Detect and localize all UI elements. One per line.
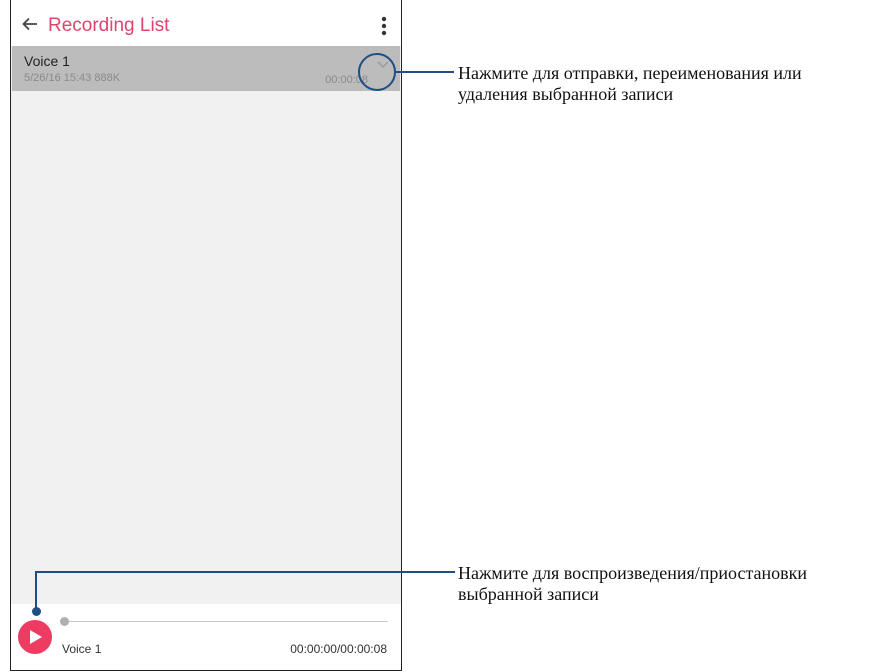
player-recording-name: Voice 1 <box>62 642 102 656</box>
recording-list: Voice 1 5/26/16 15:43 888K 00:00:08 <box>11 46 401 604</box>
app-bar: Recording List <box>11 0 401 46</box>
play-icon <box>30 630 42 644</box>
back-arrow-icon[interactable] <box>19 13 41 35</box>
more-vert-icon[interactable] <box>381 16 387 36</box>
player-bar: Voice 1 00:00:00/00:00:08 <box>11 604 401 670</box>
progress-slider[interactable] <box>60 617 388 626</box>
callout-circle <box>358 53 396 91</box>
slider-thumb[interactable] <box>60 617 69 626</box>
list-item[interactable]: Voice 1 5/26/16 15:43 888K 00:00:08 <box>12 46 400 91</box>
callout-text-options: Нажмите для отправки, переименования или… <box>458 63 802 104</box>
callout-text-play: Нажмите для воспроизведения/приостановки… <box>458 563 808 604</box>
player-time: 00:00:00/00:00:08 <box>290 642 387 656</box>
callout-line <box>35 571 455 573</box>
callout-line <box>396 71 454 73</box>
recording-name: Voice 1 <box>24 53 70 69</box>
recording-meta: 5/26/16 15:43 888K <box>24 72 121 84</box>
page-title: Recording List <box>48 15 170 36</box>
callout-line <box>35 571 37 611</box>
play-button[interactable] <box>18 620 52 654</box>
